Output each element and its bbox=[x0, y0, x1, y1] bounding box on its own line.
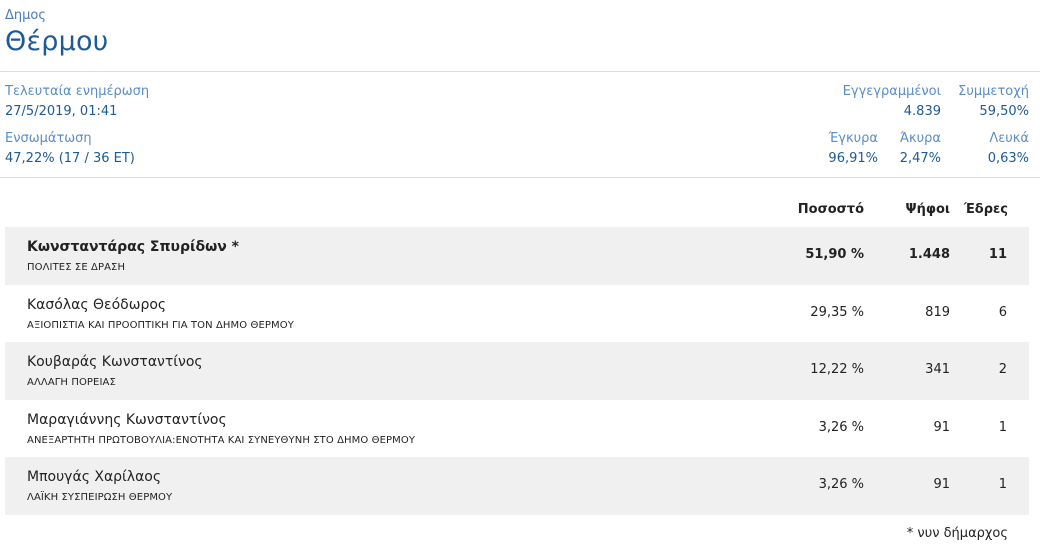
integration-label: Ενσωμάτωση bbox=[5, 131, 92, 146]
candidate-votes: 1.448 bbox=[908, 247, 950, 262]
col-header-percent: Ποσοστό bbox=[797, 202, 864, 217]
candidate-name: Μπουγάς Χαρίλαος bbox=[27, 469, 162, 485]
blank-label: Λευκά bbox=[989, 131, 1029, 146]
turnout-value: 59,50% bbox=[979, 104, 1029, 119]
table-row: Μπουγάς Χαρίλαος ΛΑΪΚΗ ΣΥΣΠΕΙΡΩΣΗ ΘΕΡΜΟΥ… bbox=[5, 457, 1029, 515]
integration-value: 47,22% (17 / 36 ΕΤ) bbox=[5, 151, 135, 166]
table-row: Μαραγιάννης Κωνσταντίνος ΑΝΕΞΑΡΤΗΤΗ ΠΡΩΤ… bbox=[5, 400, 1029, 458]
candidate-seats: 1 bbox=[998, 477, 1007, 492]
valid-value: 96,91% bbox=[828, 151, 878, 166]
blank-value: 0,63% bbox=[987, 151, 1029, 166]
candidate-votes: 819 bbox=[925, 305, 950, 320]
candidate-votes: 341 bbox=[925, 362, 950, 377]
candidate-name: Μαραγιάννης Κωνσταντίνος bbox=[27, 412, 227, 428]
last-update-label: Τελευταία ενημέρωση bbox=[5, 84, 150, 99]
candidate-party: ΑΝΕΞΑΡΤΗΤΗ ΠΡΩΤΟΒΟΥΛΙΑ:ΕΝΟΤΗΤΑ ΚΑΙ ΣΥΝΕΥ… bbox=[27, 435, 416, 446]
candidate-name: Κουβαράς Κωνσταντίνος bbox=[27, 354, 203, 370]
candidate-seats: 2 bbox=[998, 362, 1007, 377]
candidate-percent: 12,22 % bbox=[810, 362, 864, 377]
table-row: Κουβαράς Κωνσταντίνος ΑΛΛΑΓΗ ΠΟΡΕΙΑΣ 12,… bbox=[5, 342, 1029, 400]
stats-panel: Τελευταία ενημέρωση 27/5/2019, 01:41 Ενσ… bbox=[0, 72, 1040, 178]
candidate-votes: 91 bbox=[933, 477, 950, 492]
turnout-label: Συμμετοχή bbox=[958, 84, 1029, 99]
candidate-seats: 1 bbox=[998, 420, 1007, 435]
page-title: Θέρμου bbox=[5, 26, 109, 57]
candidate-percent: 51,90 % bbox=[805, 247, 864, 262]
table-row: Κωνσταντάρας Σπυρίδων * ΠΟΛΙΤΕΣ ΣΕ ΔΡΑΣΗ… bbox=[5, 227, 1029, 285]
candidate-percent: 29,35 % bbox=[810, 305, 864, 320]
table-row: Κασόλας Θεόδωρος ΑΞΙΟΠΙΣΤΙΑ ΚΑΙ ΠΡΟΟΠΤΙΚ… bbox=[5, 285, 1029, 343]
valid-label: Έγκυρα bbox=[828, 131, 878, 146]
col-header-seats: Έδρες bbox=[963, 202, 1008, 217]
invalid-label: Άκυρα bbox=[899, 131, 941, 146]
footnote: * νυν δήμαρχος bbox=[906, 526, 1008, 541]
candidate-party: ΠΟΛΙΤΕΣ ΣΕ ΔΡΑΣΗ bbox=[27, 262, 126, 273]
last-update-value: 27/5/2019, 01:41 bbox=[5, 104, 118, 119]
page-header: Δημος Θέρμου bbox=[0, 0, 1040, 72]
candidate-votes: 91 bbox=[933, 420, 950, 435]
candidate-name: Κωνσταντάρας Σπυρίδων * bbox=[27, 239, 239, 255]
candidate-party: ΑΞΙΟΠΙΣΤΙΑ ΚΑΙ ΠΡΟΟΠΤΙΚΗ ΓΙΑ ΤΟΝ ΔΗΜΟ ΘΕ… bbox=[27, 320, 294, 331]
candidate-seats: 11 bbox=[988, 247, 1007, 262]
candidate-percent: 3,26 % bbox=[818, 420, 864, 435]
candidate-party: ΛΑΪΚΗ ΣΥΣΠΕΙΡΩΣΗ ΘΕΡΜΟΥ bbox=[27, 492, 173, 503]
candidate-name: Κασόλας Θεόδωρος bbox=[27, 297, 167, 313]
registered-value: 4.839 bbox=[903, 104, 941, 119]
candidate-seats: 6 bbox=[998, 305, 1007, 320]
municipality-label: Δημος bbox=[5, 8, 46, 23]
candidate-party: ΑΛΛΑΓΗ ΠΟΡΕΙΑΣ bbox=[27, 377, 116, 388]
candidate-percent: 3,26 % bbox=[818, 477, 864, 492]
registered-label: Εγγεγραμμένοι bbox=[842, 84, 941, 99]
invalid-value: 2,47% bbox=[899, 151, 941, 166]
col-header-votes: Ψήφοι bbox=[905, 202, 950, 217]
